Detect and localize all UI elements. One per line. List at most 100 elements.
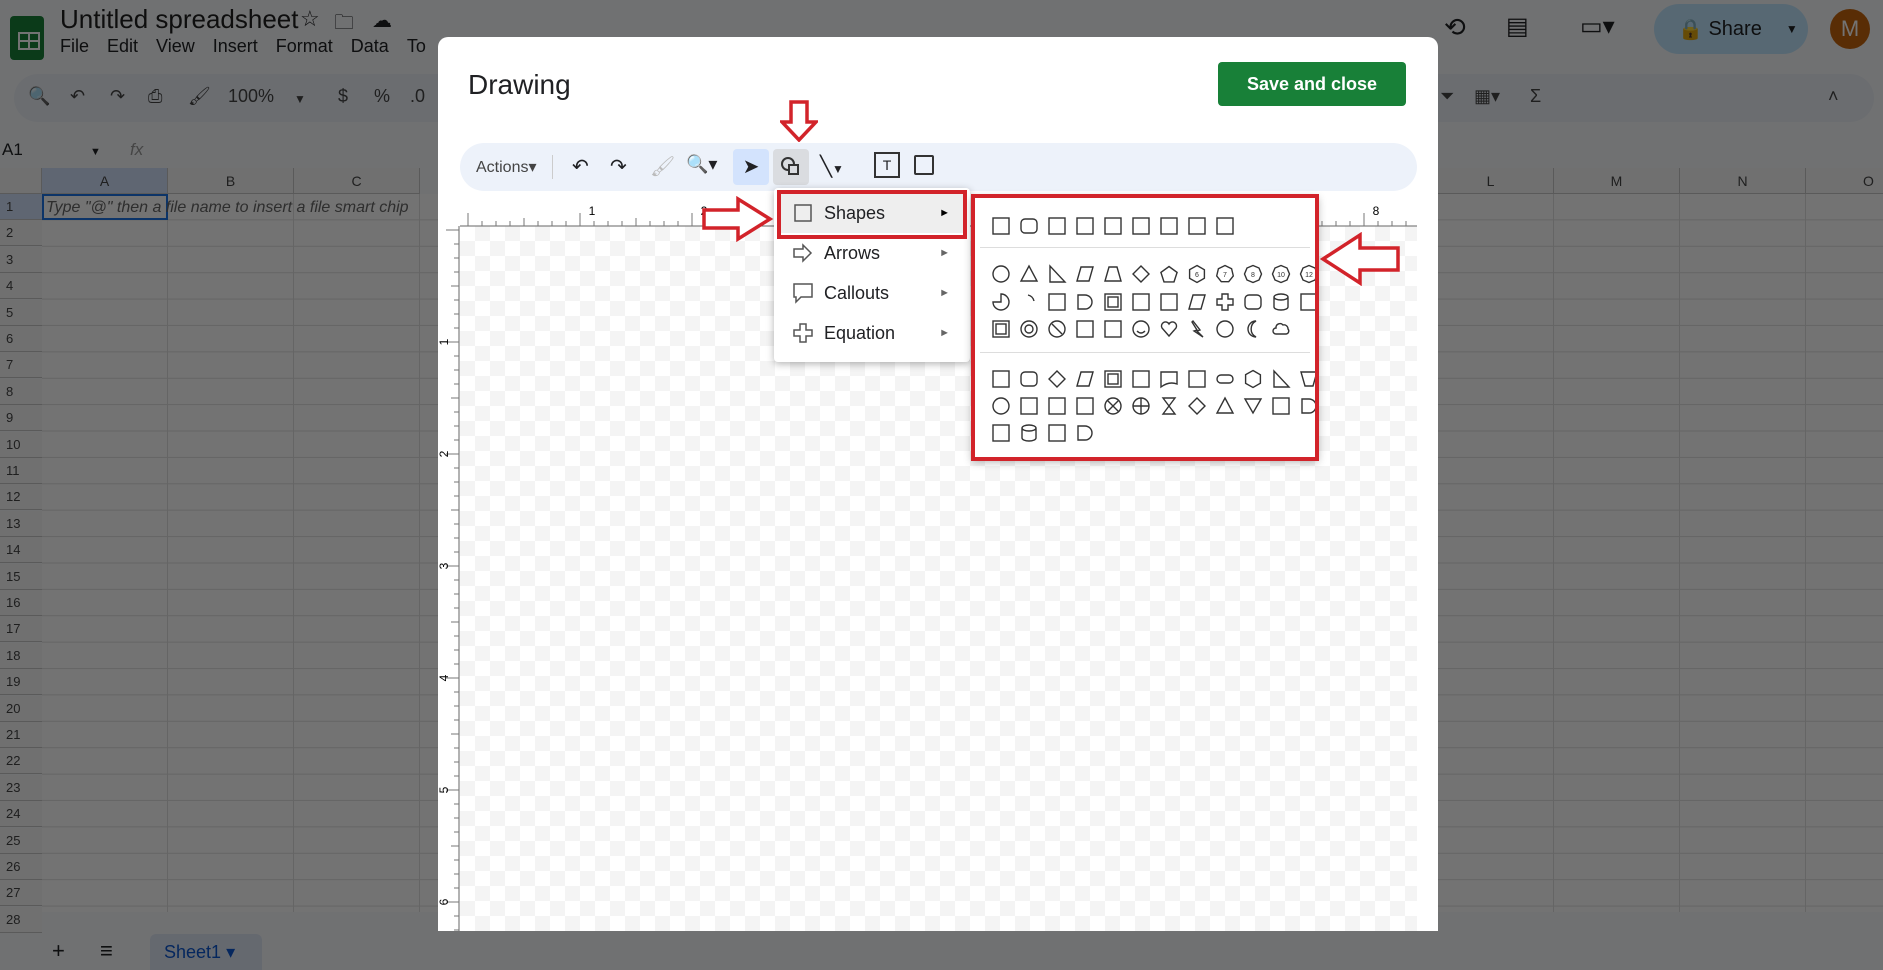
menu-item[interactable]: Edit bbox=[107, 36, 138, 57]
column-header[interactable]: L bbox=[1428, 168, 1554, 194]
row-header[interactable]: 15 bbox=[0, 563, 42, 590]
row-header[interactable]: 10 bbox=[0, 431, 42, 458]
avatar[interactable]: M bbox=[1830, 9, 1870, 49]
row-header[interactable]: 22 bbox=[0, 748, 42, 775]
row-header[interactable]: 6 bbox=[0, 326, 42, 352]
line-tool-icon[interactable]: ╲▼ bbox=[820, 154, 844, 179]
shape-tool-icon[interactable] bbox=[773, 149, 809, 185]
redo-icon[interactable]: ↷ bbox=[610, 154, 627, 179]
row-header[interactable]: 11 bbox=[0, 458, 42, 484]
plus-icon bbox=[792, 322, 814, 349]
name-box-caret-icon[interactable]: ▼ bbox=[90, 146, 101, 158]
row-header[interactable]: 27 bbox=[0, 880, 42, 907]
meet-icon[interactable]: ▭▾ bbox=[1580, 12, 1615, 41]
filter-icon[interactable]: ⏷ bbox=[1440, 86, 1454, 107]
row-header[interactable]: 16 bbox=[0, 590, 42, 616]
ruler-label: 2 bbox=[438, 450, 451, 457]
divider bbox=[552, 155, 553, 179]
drawing-dialog: Drawing Save and close Actions▾ ↶ ↷ 🖌 🔍▾… bbox=[438, 37, 1438, 931]
undo-icon[interactable]: ↶ bbox=[70, 86, 85, 107]
menu-item[interactable]: View bbox=[156, 36, 195, 57]
row-header[interactable]: 4 bbox=[0, 273, 42, 300]
select-all-corner[interactable] bbox=[0, 168, 42, 194]
decrease-decimal-button[interactable]: .0 bbox=[410, 86, 425, 107]
row-header[interactable]: 23 bbox=[0, 774, 42, 801]
menu-item-equation[interactable]: Equation ► bbox=[778, 313, 966, 353]
row-header[interactable]: 28 bbox=[0, 906, 42, 933]
row-header[interactable]: 12 bbox=[0, 484, 42, 511]
select-cursor-icon[interactable]: ➤ bbox=[733, 149, 769, 185]
version-history-icon[interactable]: ⟲ bbox=[1444, 12, 1466, 43]
zoom-icon[interactable]: 🔍▾ bbox=[686, 154, 717, 175]
row-header[interactable]: 3 bbox=[0, 246, 42, 273]
actions-menu[interactable]: Actions▾ bbox=[476, 157, 537, 177]
annotation-arrow-down-icon bbox=[780, 100, 818, 142]
row-header[interactable]: 18 bbox=[0, 642, 42, 669]
menu-item[interactable]: Format bbox=[276, 36, 333, 57]
save-and-close-button[interactable]: Save and close bbox=[1218, 62, 1406, 106]
share-dropdown-icon[interactable]: ▼ bbox=[1786, 22, 1798, 36]
image-icon[interactable] bbox=[914, 155, 934, 175]
row-header[interactable]: 24 bbox=[0, 801, 42, 828]
row-header[interactable]: 1 bbox=[0, 194, 42, 220]
currency-button[interactable]: $ bbox=[338, 86, 348, 107]
submenu-caret-icon: ► bbox=[939, 247, 950, 259]
star-icon[interactable]: ☆ bbox=[300, 6, 320, 32]
menu-item-arrows[interactable]: Arrows ► bbox=[778, 233, 966, 273]
menu-item-callouts[interactable]: Callouts ► bbox=[778, 273, 966, 313]
fx-icon: fx bbox=[130, 140, 144, 159]
print-icon[interactable]: ⎙ bbox=[148, 86, 162, 107]
undo-icon[interactable]: ↶ bbox=[572, 154, 589, 179]
row-header[interactable]: 5 bbox=[0, 299, 42, 326]
row-header[interactable]: 19 bbox=[0, 669, 42, 696]
row-header[interactable]: 7 bbox=[0, 352, 42, 379]
ruler-label: 3 bbox=[438, 562, 451, 569]
row-header[interactable]: 21 bbox=[0, 722, 42, 748]
paint-format-icon[interactable]: 🖌 bbox=[650, 154, 675, 179]
menu-item[interactable]: To bbox=[407, 36, 426, 57]
collapse-toolbar-icon[interactable]: ˄ bbox=[1828, 86, 1839, 107]
redo-icon[interactable]: ↷ bbox=[110, 86, 125, 107]
row-header[interactable]: 13 bbox=[0, 510, 42, 537]
annotation-arrow-left-icon bbox=[1320, 232, 1400, 286]
column-header[interactable]: A bbox=[42, 168, 168, 194]
row-header[interactable]: 14 bbox=[0, 537, 42, 564]
row-header[interactable]: 25 bbox=[0, 827, 42, 854]
sheet-tab[interactable]: Sheet1 ▾ bbox=[150, 934, 262, 970]
row-header[interactable]: 2 bbox=[0, 220, 42, 247]
share-button[interactable]: 🔒 Share ▼ bbox=[1654, 4, 1808, 54]
drawing-toolbar: Actions▾ ↶ ↷ 🖌 🔍▾ ➤ ╲▼ T bbox=[460, 143, 1417, 191]
column-header[interactable]: B bbox=[168, 168, 294, 194]
menu-item-label: Callouts bbox=[824, 282, 890, 303]
sum-icon[interactable]: Σ bbox=[1530, 86, 1541, 107]
dialog-title: Drawing bbox=[468, 69, 571, 100]
column-header[interactable]: N bbox=[1680, 168, 1806, 194]
menu-item[interactable]: Insert bbox=[213, 36, 258, 57]
paint-format-icon[interactable]: 🖌 bbox=[188, 86, 211, 107]
functions-icon[interactable]: ▦▾ bbox=[1474, 86, 1500, 107]
row-header[interactable]: 26 bbox=[0, 854, 42, 880]
sheets-logo bbox=[10, 16, 44, 60]
text-box-icon[interactable]: T bbox=[874, 152, 900, 178]
menu-item[interactable]: File bbox=[60, 36, 89, 57]
row-header[interactable]: 9 bbox=[0, 405, 42, 432]
zoom-select[interactable]: 100% bbox=[228, 86, 274, 107]
annotation-arrow-right-icon bbox=[702, 196, 774, 242]
percent-button[interactable]: % bbox=[374, 86, 390, 107]
vertical-ruler: 1 2 3 4 5 6 bbox=[438, 226, 460, 931]
row-header[interactable]: 20 bbox=[0, 695, 42, 722]
comments-icon[interactable]: ▤ bbox=[1506, 12, 1529, 41]
column-header[interactable]: C bbox=[294, 168, 420, 194]
row-header[interactable]: 17 bbox=[0, 616, 42, 643]
document-title[interactable]: Untitled spreadsheet bbox=[60, 4, 298, 35]
arrow-icon bbox=[792, 242, 814, 269]
all-sheets-icon[interactable]: ≡ bbox=[100, 938, 113, 964]
add-sheet-icon[interactable]: + bbox=[52, 938, 65, 964]
row-header[interactable]: 8 bbox=[0, 378, 42, 405]
column-header[interactable]: O bbox=[1806, 168, 1883, 194]
column-header[interactable]: M bbox=[1554, 168, 1680, 194]
name-box[interactable]: A1 bbox=[2, 140, 23, 160]
search-icon[interactable]: 🔍 bbox=[28, 86, 50, 107]
zoom-caret-icon[interactable]: ▼ bbox=[294, 92, 306, 106]
menu-item[interactable]: Data bbox=[351, 36, 389, 57]
